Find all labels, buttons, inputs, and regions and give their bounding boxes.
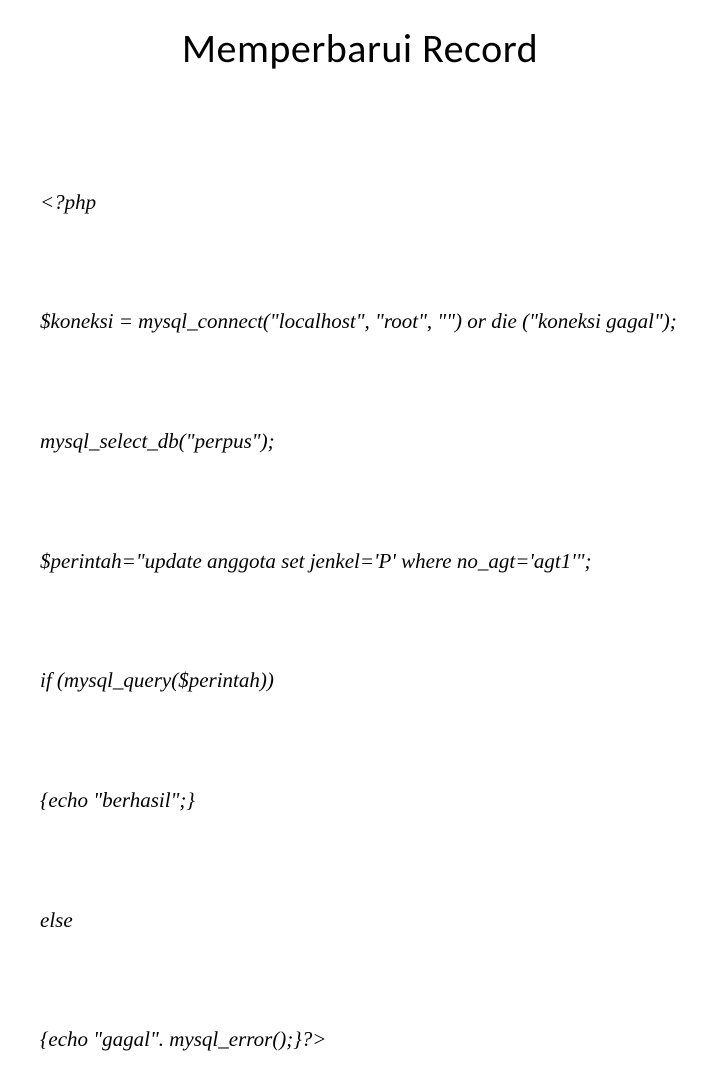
slide-title: Memperbarui Record [40, 24, 680, 73]
code-line-3: mysql_select_db("perpus"); [40, 422, 680, 462]
code-line-7: else [40, 901, 680, 941]
code-line-5: if (mysql_query($perintah)) [40, 661, 680, 701]
slide-container: Memperbarui Record <?php $koneksi = mysq… [0, 0, 720, 540]
code-line-2: $koneksi = mysql_connect("localhost", "r… [40, 302, 680, 342]
code-block: <?php $koneksi = mysql_connect("localhos… [40, 103, 680, 1080]
code-line-4: $perintah="update anggota set jenkel='P'… [40, 542, 680, 582]
code-line-6: {echo "berhasil";} [40, 781, 680, 821]
code-line-1: <?php [40, 183, 680, 223]
code-line-8: {echo "gagal". mysql_error();}?> [40, 1020, 680, 1060]
